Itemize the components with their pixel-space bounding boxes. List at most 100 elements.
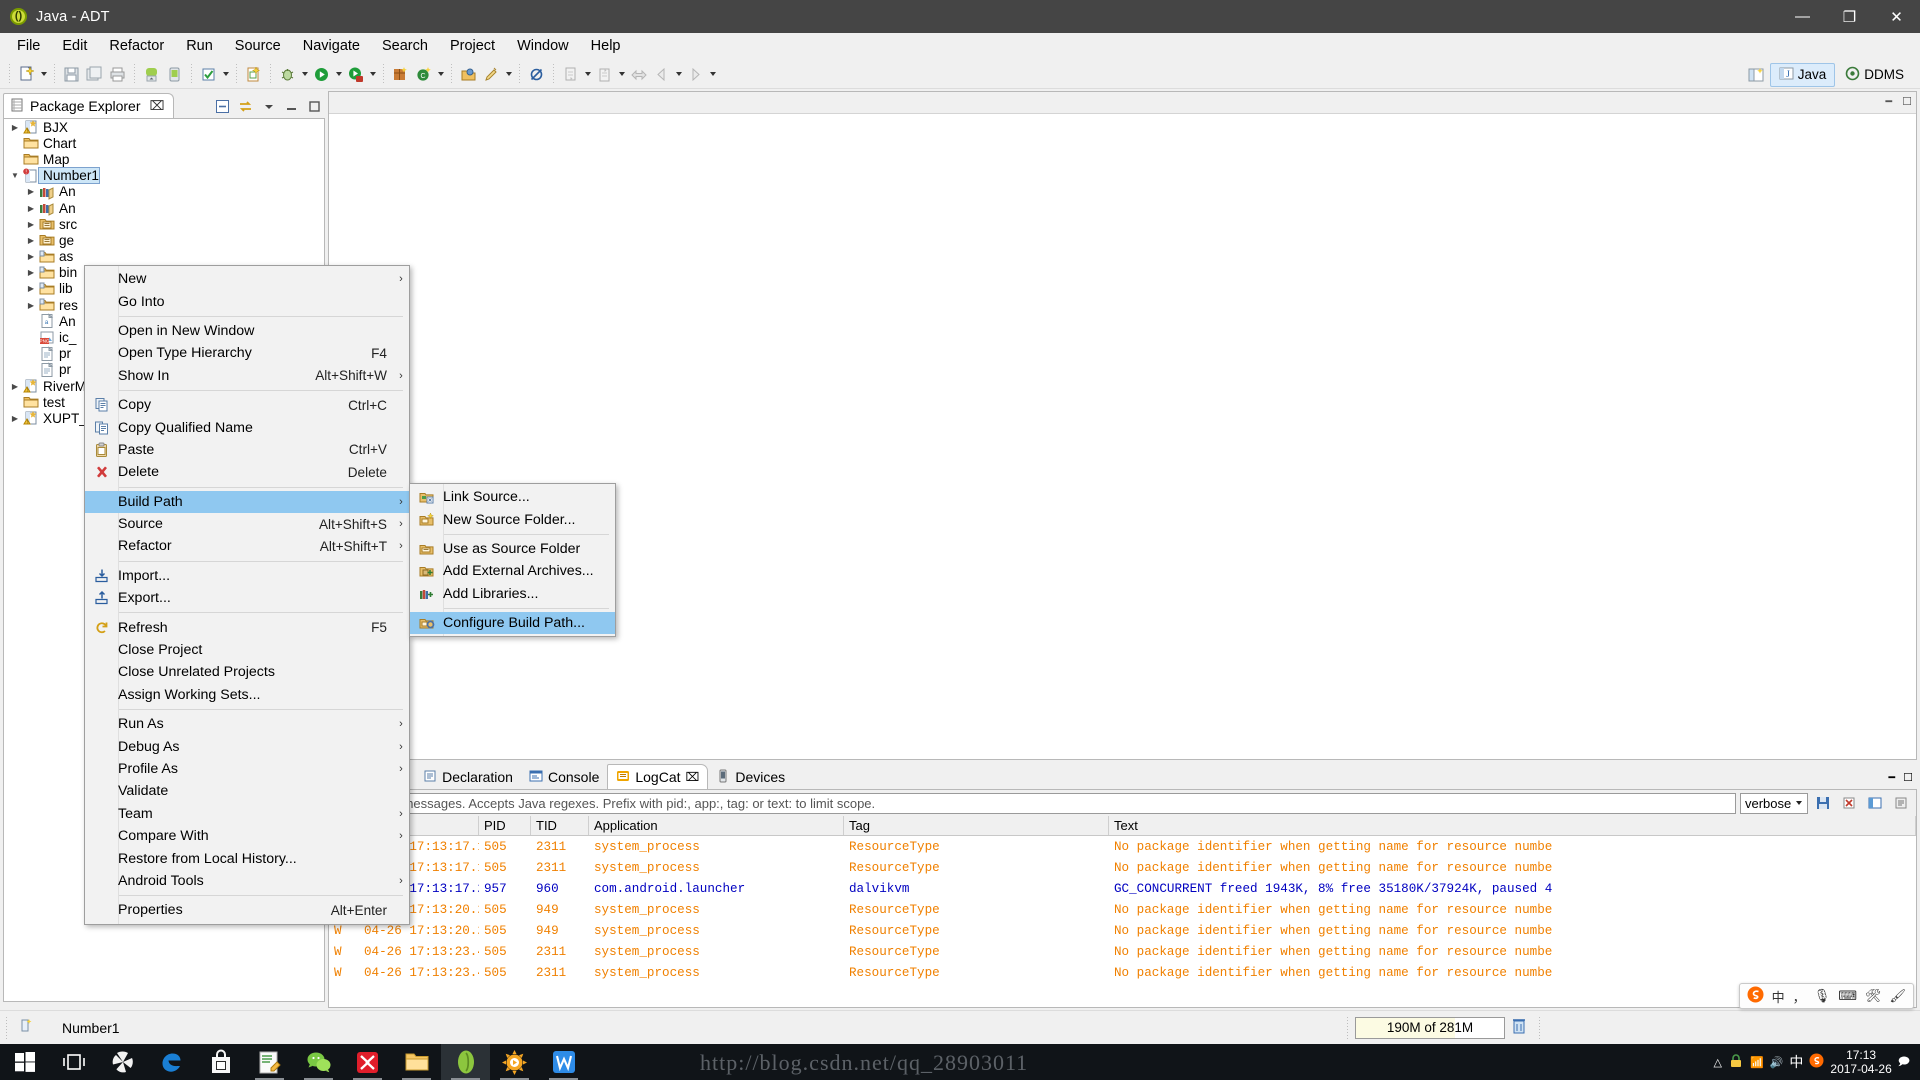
menu-navigate[interactable]: Navigate — [292, 35, 371, 57]
submenu-item-use-as-source-folder[interactable]: Use as Source Folder — [410, 538, 615, 560]
network-icon[interactable]: 📶 — [1750, 1056, 1764, 1069]
menu-source[interactable]: Source — [224, 35, 292, 57]
menu-item-import[interactable]: Import... — [85, 565, 409, 587]
debug-dropdown[interactable] — [299, 64, 310, 85]
menu-item-copy[interactable]: Copy Ctrl+C — [85, 394, 409, 416]
new-android-project-icon[interactable] — [243, 64, 264, 85]
tree-item-ge[interactable]: ▶ ge — [4, 232, 324, 248]
scroll-lock-icon[interactable] — [1890, 793, 1912, 814]
open-perspective-icon[interactable] — [1746, 64, 1767, 85]
toolbar-grip[interactable] — [449, 64, 454, 84]
toolbar-grip[interactable] — [268, 64, 273, 84]
next-annotation-dropdown[interactable] — [582, 64, 593, 85]
chevron-right-icon[interactable]: ▶ — [24, 187, 38, 196]
tree-item-as[interactable]: ▶ as — [4, 249, 324, 265]
menu-item-team[interactable]: Team › — [85, 803, 409, 825]
app-edge[interactable] — [147, 1044, 196, 1080]
new-java-class-icon[interactable]: C — [413, 64, 434, 85]
tab-console[interactable]: Console — [521, 765, 607, 789]
logcat-row[interactable]: W04-26 17:13:17.1685052311system_process… — [329, 857, 1916, 878]
security-icon[interactable] — [1728, 1053, 1744, 1072]
ime-chinese-icon[interactable]: 中 — [1789, 1052, 1803, 1072]
chevron-right-icon[interactable]: ▶ — [8, 414, 22, 423]
ime-skin-icon[interactable]: 🖌 — [1889, 988, 1906, 1004]
logcat-level-select[interactable]: verbose — [1740, 792, 1808, 814]
app-eclipse-adt[interactable] — [441, 1044, 490, 1080]
check-dropdown[interactable] — [220, 64, 231, 85]
close-icon[interactable]: ⌧ — [150, 98, 165, 114]
menu-item-run-as[interactable]: Run As › — [85, 713, 409, 735]
ime-chinese-icon[interactable]: 中 — [1772, 987, 1785, 1006]
menu-item-restore-from-local-history[interactable]: Restore from Local History... — [85, 847, 409, 869]
logcat-row[interactable]: W04-26 17:13:20.280505949system_processR… — [329, 920, 1916, 941]
clear-log-icon[interactable] — [1838, 793, 1860, 814]
view-menu-icon[interactable] — [260, 98, 277, 115]
chevron-right-icon[interactable]: ▶ — [8, 123, 22, 132]
menu-item-debug-as[interactable]: Debug As › — [85, 735, 409, 757]
menu-item-close-project[interactable]: Close Project — [85, 639, 409, 661]
app-xunlei[interactable] — [343, 1044, 392, 1080]
chevron-right-icon[interactable]: ▶ — [24, 204, 38, 213]
volume-icon[interactable]: 🔊 — [1770, 1056, 1784, 1069]
menu-refactor[interactable]: Refactor — [98, 35, 175, 57]
menu-item-new[interactable]: New › — [85, 268, 409, 290]
minimize-button[interactable]: — — [1779, 0, 1826, 33]
minimize-icon[interactable]: ━ — [1886, 95, 1893, 108]
minimize-icon[interactable]: ━ — [1889, 771, 1896, 784]
save-icon[interactable] — [61, 64, 82, 85]
chevron-right-icon[interactable]: ▶ — [24, 220, 38, 229]
menu-item-paste[interactable]: Paste Ctrl+V — [85, 439, 409, 461]
trash-icon[interactable] — [1511, 1017, 1527, 1038]
android-sdk-manager-icon[interactable] — [141, 64, 162, 85]
tree-item-an[interactable]: ▶ An — [4, 184, 324, 200]
chevron-right-icon[interactable]: ▶ — [8, 382, 22, 391]
maximize-button[interactable]: ❐ — [1826, 0, 1873, 33]
start-button[interactable] — [0, 1044, 49, 1080]
perspective-java[interactable]: J Java — [1769, 62, 1836, 87]
maximize-icon[interactable]: ☐ — [1903, 771, 1913, 784]
coverage-dropdown[interactable] — [367, 64, 378, 85]
new-java-package-icon[interactable] — [390, 64, 411, 85]
minimize-icon[interactable] — [283, 98, 300, 115]
tree-item-an[interactable]: ▶ An — [4, 200, 324, 216]
debug-icon[interactable] — [277, 64, 298, 85]
menu-item-profile-as[interactable]: Profile As › — [85, 758, 409, 780]
menu-item-assign-working-sets[interactable]: Assign Working Sets... — [85, 684, 409, 706]
tab-package-explorer[interactable]: Package Explorer ⌧ — [3, 93, 174, 118]
chevron-down-icon[interactable]: ▼ — [8, 171, 22, 180]
submenu-item-add-external-archives[interactable]: Add External Archives... — [410, 560, 615, 582]
logcat-row[interactable]: D04-26 17:13:17.200957960com.android.lau… — [329, 878, 1916, 899]
logcat-column-application[interactable]: Application — [589, 816, 844, 835]
menu-item-validate[interactable]: Validate — [85, 780, 409, 802]
menu-edit[interactable]: Edit — [51, 35, 98, 57]
menu-item-compare-with[interactable]: Compare With › — [85, 825, 409, 847]
tab-declaration[interactable]: Declaration — [415, 765, 521, 789]
toolbar-grip[interactable] — [189, 64, 194, 84]
ime-punctuation-icon[interactable]: ， — [1793, 987, 1806, 1006]
build-path-submenu[interactable]: Link Source... New Source Folder... Use as… — [409, 483, 616, 638]
show-hidden-icon[interactable]: △ — [1714, 1056, 1722, 1069]
taskbar-clock[interactable]: 17:13 2017-04-26 — [1830, 1048, 1891, 1076]
new-wizard-icon[interactable] — [16, 64, 37, 85]
toolbar-grip[interactable] — [7, 64, 12, 84]
run-icon[interactable] — [311, 64, 332, 85]
skip-breakpoints-icon[interactable] — [526, 64, 547, 85]
toolbar-grip[interactable] — [517, 64, 522, 84]
chevron-right-icon[interactable]: ▶ — [24, 252, 38, 261]
menu-item-source[interactable]: Source Alt+Shift+S › — [85, 513, 409, 535]
menu-item-refresh[interactable]: Refresh F5 — [85, 616, 409, 638]
display-view-icon[interactable] — [1864, 793, 1886, 814]
run-dropdown[interactable] — [333, 64, 344, 85]
menu-item-build-path[interactable]: Build Path › — [85, 490, 409, 513]
menu-run[interactable]: Run — [175, 35, 224, 57]
task-view-button[interactable] — [49, 1044, 98, 1080]
menu-item-properties[interactable]: Properties Alt+Enter — [85, 899, 409, 921]
back-dropdown[interactable] — [673, 64, 684, 85]
app-store[interactable] — [196, 1044, 245, 1080]
search-dropdown[interactable] — [503, 64, 514, 85]
logcat-column-tid[interactable]: TID — [531, 816, 589, 835]
ime-keyboard-icon[interactable]: ⌨ — [1838, 988, 1857, 1004]
menu-item-open-type-hierarchy[interactable]: Open Type Hierarchy F4 — [85, 342, 409, 364]
logcat-rows[interactable]: W04-26 17:13:17.1685052311system_process… — [329, 836, 1916, 983]
tree-item-map[interactable]: Map — [4, 151, 324, 167]
